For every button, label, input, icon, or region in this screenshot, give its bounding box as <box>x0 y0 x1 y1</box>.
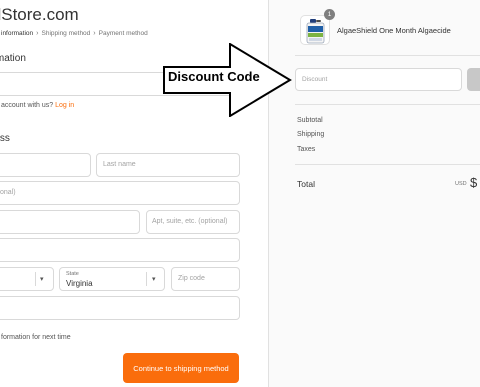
chevron-right-icon: › <box>93 30 96 37</box>
shipping-address-heading: ress <box>0 133 10 144</box>
company-field[interactable]: onal) <box>0 181 240 205</box>
currency-code: USD <box>455 181 467 187</box>
state-label: State <box>66 271 79 277</box>
order-summary-panel <box>268 0 480 387</box>
product-bottle-image <box>306 19 325 44</box>
discount-placeholder: Discount <box>302 76 328 83</box>
shipping-cost-label: Shipping <box>297 131 325 138</box>
summary-divider <box>295 55 480 56</box>
login-prompt-text: account with us? <box>1 102 54 109</box>
chevron-right-icon: › <box>36 30 39 37</box>
save-info-checkbox-label[interactable]: formation for next time <box>1 334 71 341</box>
select-divider <box>146 272 147 286</box>
phone-field[interactable] <box>0 296 240 320</box>
last-name-placeholder: Last name <box>103 161 136 168</box>
city-field[interactable] <box>0 238 240 262</box>
product-name: AlgaeShield One Month Algaecide <box>337 26 451 35</box>
total-amount: $ <box>470 175 478 190</box>
summary-divider <box>295 104 480 105</box>
select-divider <box>35 272 36 286</box>
chevron-down-icon: ▾ <box>40 276 44 283</box>
discount-code-input[interactable]: Discount <box>295 68 462 91</box>
state-value: Virginia <box>66 279 93 288</box>
contact-information-heading: ormation <box>0 53 26 64</box>
breadcrumb-shipping-method[interactable]: Shipping method <box>42 30 91 37</box>
breadcrumb-information[interactable]: information <box>1 30 33 37</box>
last-name-field[interactable]: Last name <box>96 153 240 177</box>
zip-code-field[interactable]: Zip code <box>171 267 240 291</box>
login-prompt: account with us? Log in <box>1 102 74 109</box>
product-thumbnail <box>300 15 330 45</box>
taxes-label: Taxes <box>297 146 316 153</box>
login-link[interactable]: Log in <box>55 102 74 109</box>
first-name-field[interactable] <box>0 153 91 177</box>
apartment-field[interactable]: Apt, suite, etc. (optional) <box>146 210 240 234</box>
breadcrumb-payment-method[interactable]: Payment method <box>99 30 148 37</box>
summary-divider <box>295 164 480 165</box>
subtotal-label: Subtotal <box>297 117 323 124</box>
apartment-placeholder: Apt, suite, etc. (optional) <box>152 218 228 225</box>
continue-to-shipping-button[interactable]: Continue to shipping method <box>123 353 239 383</box>
breadcrumb: information › Shipping method › Payment … <box>1 30 148 37</box>
chevron-down-icon: ▾ <box>152 276 156 283</box>
company-placeholder: onal) <box>0 189 16 196</box>
apply-discount-button[interactable] <box>467 68 480 91</box>
zip-code-placeholder: Zip code <box>178 275 205 282</box>
annotation-label: Discount Code <box>168 69 260 84</box>
store-logo[interactable]: olStore.com <box>0 5 79 25</box>
country-select[interactable]: ▾ <box>0 267 54 291</box>
state-select[interactable]: State Virginia ▾ <box>59 267 165 291</box>
total-label: Total <box>297 179 315 189</box>
quantity-badge: 1 <box>324 9 335 20</box>
address-field[interactable] <box>0 210 140 234</box>
